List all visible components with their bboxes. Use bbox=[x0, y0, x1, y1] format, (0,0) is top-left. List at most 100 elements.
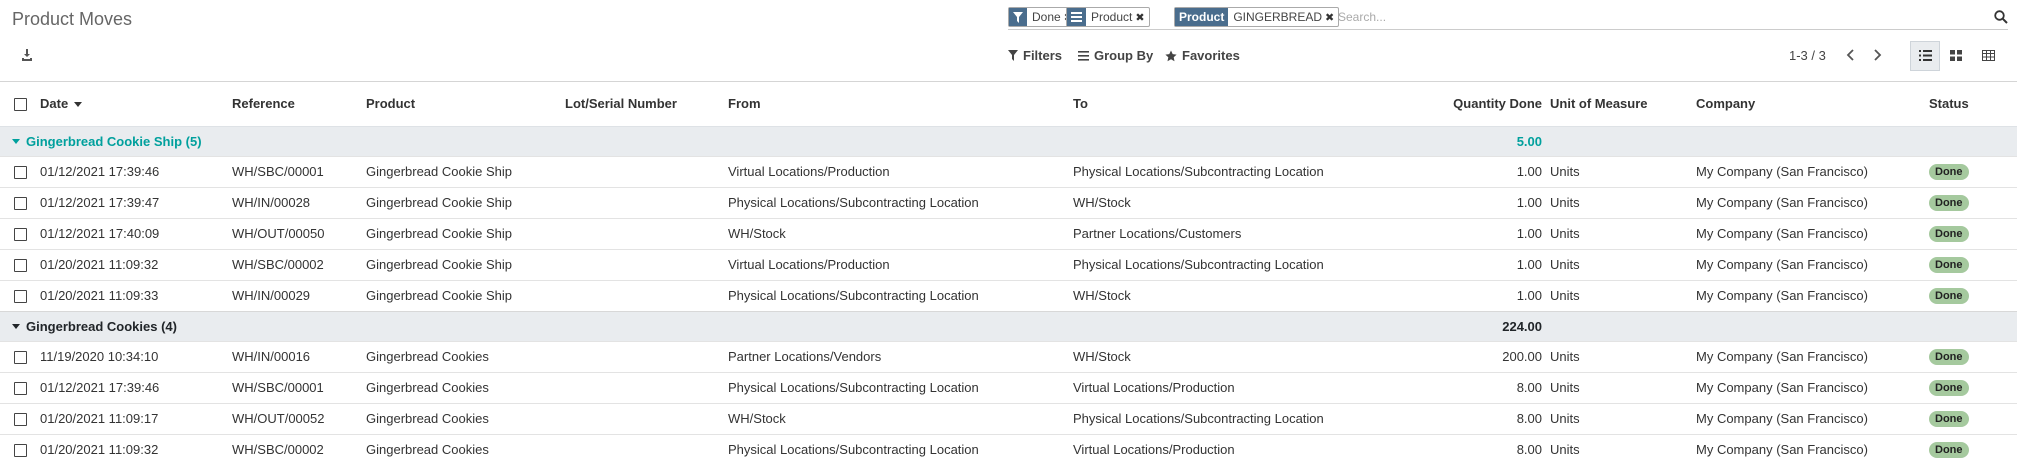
row-checkbox[interactable] bbox=[13, 259, 27, 273]
cell-date: 01/12/2021 17:39:46 bbox=[40, 371, 232, 403]
row-checkbox[interactable] bbox=[13, 228, 27, 242]
cell-to: Physical Locations/Subcontracting Locati… bbox=[1073, 248, 1426, 280]
row-checkbox[interactable] bbox=[13, 351, 27, 365]
cell-product: Gingerbread Cookie Ship bbox=[366, 155, 565, 187]
download-icon[interactable] bbox=[21, 49, 33, 61]
pager-next-icon[interactable] bbox=[1871, 47, 1885, 63]
cell-uom: Units bbox=[1550, 248, 1696, 280]
table-row[interactable]: 01/12/2021 17:39:46 WH/SBC/00001 Gingerbre… bbox=[0, 155, 2017, 187]
status-badge: Done bbox=[1929, 442, 1969, 459]
row-checkbox[interactable] bbox=[13, 290, 27, 304]
table-row[interactable]: 01/20/2021 11:09:17 WH/OUT/00052 Gingerbre… bbox=[0, 402, 2017, 434]
row-checkbox[interactable] bbox=[13, 197, 27, 211]
cell-uom: Units bbox=[1550, 217, 1696, 249]
kanban-view-button[interactable] bbox=[1941, 41, 1971, 71]
cell-lot bbox=[565, 186, 728, 218]
column-label: Date bbox=[40, 96, 69, 112]
cell-to: Physical Locations/Subcontracting Locati… bbox=[1073, 155, 1426, 187]
cell-status: Done bbox=[1929, 186, 2017, 218]
pivot-view-button[interactable] bbox=[1973, 41, 2003, 71]
cell-status: Done bbox=[1929, 371, 2017, 403]
cell-status: Done bbox=[1929, 402, 2017, 434]
row-checkbox[interactable] bbox=[13, 413, 27, 427]
cell-date: 11/19/2020 10:34:10 bbox=[40, 340, 232, 372]
cell-reference: WH/IN/00016 bbox=[232, 340, 366, 372]
cell-company: My Company (San Francisco) bbox=[1696, 340, 1929, 372]
cell-uom: Units bbox=[1550, 279, 1696, 311]
column-header-reference[interactable]: Reference bbox=[232, 82, 366, 127]
favorites-button[interactable]: Favorites bbox=[1165, 48, 1240, 63]
group-header[interactable]: Gingerbread Cookies (4) bbox=[0, 310, 1426, 341]
cell-company: My Company (San Francisco) bbox=[1696, 186, 1929, 218]
group-label: Gingerbread Cookies (4) bbox=[26, 318, 177, 334]
cell-product: Gingerbread Cookie Ship bbox=[366, 248, 565, 280]
pager-previous-icon[interactable] bbox=[1843, 47, 1857, 63]
group-label: Gingerbread Cookie Ship (5) bbox=[26, 133, 202, 149]
cell-qty: 1.00 bbox=[1426, 279, 1550, 311]
cell-uom: Units bbox=[1550, 340, 1696, 372]
group-by-label: Group By bbox=[1094, 48, 1154, 63]
product-moves-table: Date Reference Product Lot/Serial Number… bbox=[0, 82, 2017, 465]
column-header-status[interactable]: Status bbox=[1929, 82, 2017, 127]
group-by-button[interactable]: Group By bbox=[1078, 48, 1153, 63]
cell-lot bbox=[565, 217, 728, 249]
cell-from: Physical Locations/Subcontracting Locati… bbox=[728, 186, 1073, 218]
search-input[interactable] bbox=[1338, 8, 1938, 26]
row-checkbox[interactable] bbox=[13, 382, 27, 396]
cell-lot bbox=[565, 155, 728, 187]
status-badge: Done bbox=[1929, 195, 1969, 211]
cell-to: Partner Locations/Customers bbox=[1073, 217, 1426, 249]
cell-product: Gingerbread Cookies bbox=[366, 340, 565, 372]
cell-qty: 1.00 bbox=[1426, 217, 1550, 249]
cell-status: Done bbox=[1929, 433, 2017, 465]
table-row[interactable]: 01/12/2021 17:40:09 WH/OUT/00050 Gingerbre… bbox=[0, 217, 2017, 249]
cell-product: Gingerbread Cookie Ship bbox=[366, 217, 565, 249]
sort-desc-icon bbox=[74, 102, 83, 108]
filter-icon bbox=[1009, 8, 1027, 26]
column-header-lot[interactable]: Lot/Serial Number bbox=[565, 82, 728, 127]
table-row[interactable]: 01/20/2021 11:09:32 WH/SBC/00002 Gingerbre… bbox=[0, 248, 2017, 280]
group-row[interactable]: Gingerbread Cookie Ship (5) 5.00 bbox=[0, 125, 2017, 156]
table-row[interactable]: 01/12/2021 17:39:47 WH/IN/00028 Gingerbrea… bbox=[0, 186, 2017, 218]
group-header[interactable]: Gingerbread Cookie Ship (5) bbox=[0, 125, 1426, 156]
cell-from: Physical Locations/Subcontracting Locati… bbox=[728, 371, 1073, 403]
column-header-product[interactable]: Product bbox=[366, 82, 565, 127]
column-header-company[interactable]: Company bbox=[1696, 82, 1929, 127]
group-by-icon bbox=[1078, 50, 1089, 61]
page-title: Product Moves bbox=[12, 9, 133, 29]
select-all-checkbox[interactable] bbox=[13, 98, 27, 112]
search-icon[interactable] bbox=[1994, 10, 2008, 24]
cell-reference: WH/SBC/00001 bbox=[232, 155, 366, 187]
row-select-cell bbox=[0, 279, 40, 311]
table-row[interactable]: 11/19/2020 10:34:10 WH/IN/00016 Gingerbrea… bbox=[0, 340, 2017, 372]
status-badge: Done bbox=[1929, 226, 1969, 242]
filters-button[interactable]: Filters bbox=[1008, 48, 1062, 63]
row-select-cell bbox=[0, 186, 40, 218]
column-header-to[interactable]: To bbox=[1073, 82, 1426, 127]
table-row[interactable]: 01/20/2021 11:09:32 WH/SBC/00002 Gingerbre… bbox=[0, 433, 2017, 465]
remove-facet-icon[interactable]: ✖ bbox=[1325, 8, 1338, 26]
group-spacer bbox=[1550, 125, 2017, 156]
column-header-quantity[interactable]: Quantity Done bbox=[1426, 82, 1550, 127]
list-view-button[interactable] bbox=[1910, 41, 1940, 71]
row-checkbox[interactable] bbox=[13, 444, 27, 458]
table-row[interactable]: 01/20/2021 11:09:33 WH/IN/00029 Gingerbrea… bbox=[0, 279, 2017, 311]
cell-from: Virtual Locations/Production bbox=[728, 248, 1073, 280]
cell-reference: WH/SBC/00002 bbox=[232, 248, 366, 280]
column-header-date[interactable]: Date bbox=[40, 82, 232, 127]
row-select-cell bbox=[0, 340, 40, 372]
cell-status: Done bbox=[1929, 279, 2017, 311]
cell-date: 01/20/2021 11:09:32 bbox=[40, 248, 232, 280]
pager-value[interactable]: 1-3 / 3 bbox=[1789, 48, 1826, 63]
column-header-from[interactable]: From bbox=[728, 82, 1073, 127]
row-checkbox[interactable] bbox=[13, 166, 27, 180]
cell-date: 01/20/2021 11:09:17 bbox=[40, 402, 232, 434]
cell-from: Virtual Locations/Production bbox=[728, 155, 1073, 187]
row-select-cell bbox=[0, 371, 40, 403]
column-header-uom[interactable]: Unit of Measure bbox=[1550, 82, 1696, 127]
group-row[interactable]: Gingerbread Cookies (4) 224.00 bbox=[0, 310, 2017, 341]
list-view-icon bbox=[1918, 49, 1932, 64]
cell-reference: WH/IN/00028 bbox=[232, 186, 366, 218]
remove-facet-icon[interactable]: ✖ bbox=[1135, 8, 1148, 26]
table-row[interactable]: 01/12/2021 17:39:46 WH/SBC/00001 Gingerbre… bbox=[0, 371, 2017, 403]
